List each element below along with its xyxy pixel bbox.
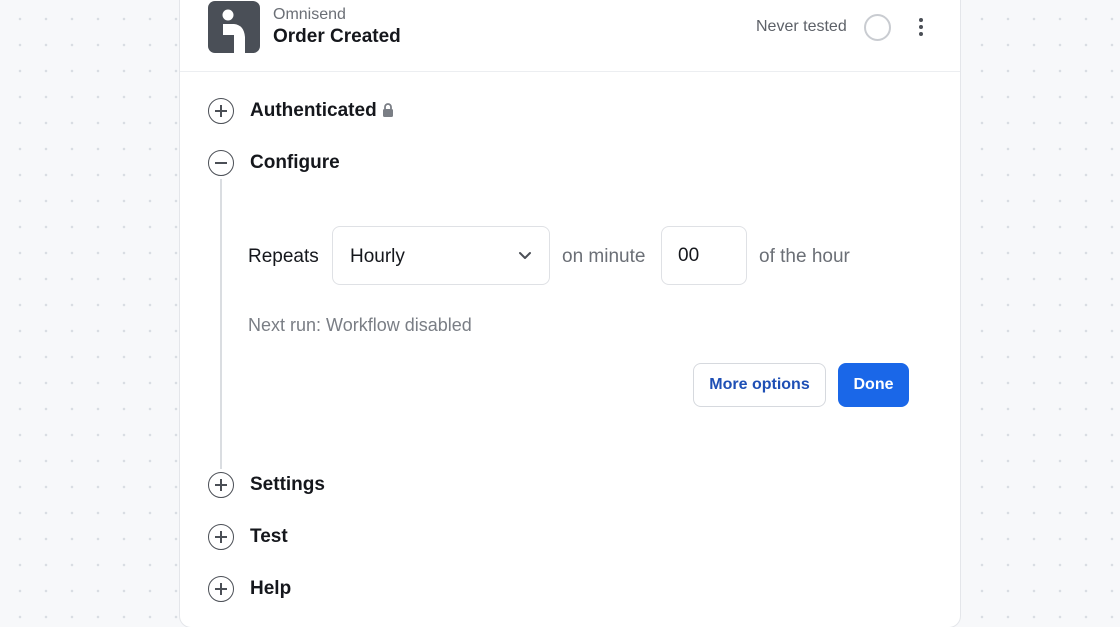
more-vertical-icon[interactable]	[911, 15, 931, 39]
frequency-select-value: Hourly	[350, 246, 405, 267]
chevron-down-icon	[519, 252, 531, 259]
section-settings-label[interactable]: Settings	[250, 474, 325, 496]
section-test-label[interactable]: Test	[250, 526, 288, 548]
app-name: Omnisend	[273, 6, 346, 23]
on-minute-label: on minute	[562, 246, 646, 267]
test-status-text: Never tested	[756, 18, 847, 35]
trigger-name: Order Created	[273, 26, 401, 47]
minute-input[interactable]	[661, 226, 747, 285]
next-run-text: Next run: Workflow disabled	[248, 315, 472, 335]
status-circle-icon	[864, 14, 891, 41]
expand-test-icon[interactable]	[208, 524, 234, 550]
section-configure-label[interactable]: Configure	[250, 152, 340, 174]
more-options-button[interactable]: More options	[693, 363, 826, 407]
done-button[interactable]: Done	[838, 363, 909, 407]
section-timeline	[220, 179, 222, 469]
expand-authenticated-icon[interactable]	[208, 98, 234, 124]
of-the-hour-label: of the hour	[759, 246, 850, 267]
collapse-configure-icon[interactable]	[208, 150, 234, 176]
trigger-step-card: Omnisend Order Created Never tested Auth…	[179, 0, 961, 627]
section-help-label[interactable]: Help	[250, 578, 291, 600]
expand-settings-icon[interactable]	[208, 472, 234, 498]
expand-help-icon[interactable]	[208, 576, 234, 602]
section-authenticated-label[interactable]: Authenticated	[250, 100, 377, 122]
omnisend-logo-icon	[208, 1, 260, 53]
step-header: Omnisend Order Created Never tested	[180, 0, 960, 72]
repeats-label: Repeats	[248, 246, 319, 267]
frequency-select[interactable]: Hourly	[332, 226, 550, 285]
lock-icon	[383, 103, 393, 117]
